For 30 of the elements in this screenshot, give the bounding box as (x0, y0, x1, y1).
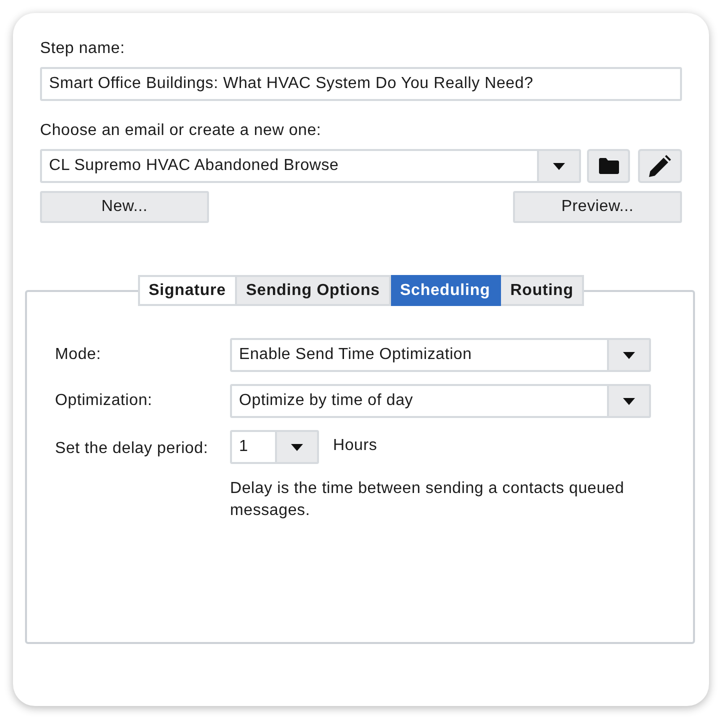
caret-icon (553, 162, 565, 170)
pencil-icon (649, 155, 671, 177)
field-label: Set the delay period: (55, 440, 208, 458)
help-text: Delay is the time between sending a contacts queued messages. (230, 479, 626, 521)
field-label: Choose an email or create a new one: (40, 121, 322, 141)
tab[interactable]: Sending Options (236, 275, 391, 306)
dropdown-select[interactable]: Optimize by time of day (230, 384, 651, 418)
dropdown-select[interactable]: Enable Send Time Optimization (230, 338, 651, 372)
field-label: Optimization: (55, 392, 152, 410)
caret-icon (291, 444, 303, 450)
caret-icon (623, 352, 635, 358)
action-button[interactable]: Preview... (513, 191, 682, 223)
dropdown-toggle[interactable] (607, 386, 649, 416)
unit-label: Hours (333, 437, 378, 455)
edit-button[interactable] (638, 149, 682, 183)
dropdown-toggle[interactable] (275, 432, 317, 462)
tab[interactable]: Routing (501, 275, 584, 306)
email-select[interactable]: CL Supremo HVAC Abandoned Browse (40, 149, 581, 183)
dropdown-toggle[interactable] (607, 340, 649, 370)
number-select[interactable]: 1 (230, 430, 319, 464)
tab[interactable]: Scheduling (390, 275, 502, 306)
caret-icon (623, 398, 635, 404)
field-label: Step name: (40, 39, 125, 59)
folder-button[interactable] (587, 149, 630, 183)
tab[interactable]: Signature (138, 275, 237, 306)
dropdown-toggle[interactable] (537, 151, 579, 181)
folder-icon (598, 158, 618, 174)
action-button[interactable]: New... (40, 191, 209, 223)
field-label: Mode: (55, 346, 101, 364)
step-name-field[interactable]: Smart Office Buildings: What HVAC System Do You Really Need? (40, 67, 682, 101)
